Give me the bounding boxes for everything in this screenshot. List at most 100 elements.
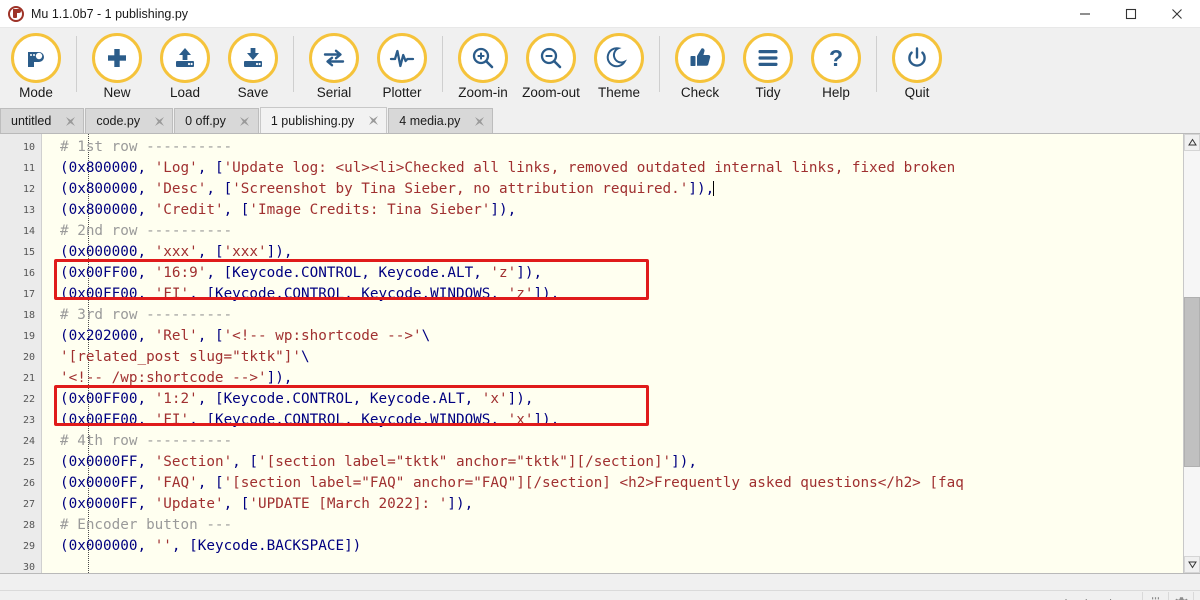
toolbar-button-check[interactable]: Check [666,28,734,106]
toolbar-button-tidy[interactable]: Tidy [734,28,802,106]
tab-1-publishing-py[interactable]: 1 publishing.py [259,107,388,133]
minimize-button[interactable] [1062,0,1108,28]
plus-icon [92,33,142,83]
code-line: (0x0000FF, 'Section', ['[section label="… [60,454,697,470]
vertical-scrollbar[interactable] [1183,134,1200,573]
toolbar-button-load[interactable]: Load [151,28,219,106]
line-number: 22 [22,394,35,405]
mode-robot-icon [11,33,61,83]
code-line: # 1st row ---------- [60,139,233,155]
line-number: 18 [22,310,35,321]
tab-untitled[interactable]: untitled [0,108,85,133]
code-line: (0x800000, 'Log', ['Update log: <ul><li>… [60,160,956,176]
line-number: 15 [22,247,35,258]
close-icon[interactable] [472,114,486,128]
toolbar-button-mode[interactable]: Mode [2,28,70,106]
close-icon[interactable] [366,114,380,128]
vertical-scrollbar-track[interactable] [1184,151,1200,556]
toolbar-label: Mode [19,85,53,100]
code-line: (0x000000, 'xxx', ['xxx']), [60,244,293,260]
toolbar-label: Quit [904,85,930,100]
mu-logo-icon [8,5,24,22]
code-text-area[interactable]: # 1st row ---------- (0x800000, 'Log', ['… [42,134,1183,573]
serial-arrows-icon [309,33,359,83]
upload-icon [160,33,210,83]
microcontroller-chip-icon[interactable] [1142,591,1168,600]
toolbar-button-save[interactable]: Save [219,28,287,106]
line-number: 11 [22,163,35,174]
toolbar-button-serial[interactable]: Serial [300,28,368,106]
toolbar-button-zoom-in[interactable]: Zoom-in [449,28,517,106]
close-icon[interactable] [63,114,77,128]
toolbar-label: Save [237,85,269,100]
maximize-button[interactable] [1108,0,1154,28]
code-line: (0x0000FF, 'FAQ', ['[section label="FAQ"… [60,475,964,491]
tab-label: untitled [11,114,52,128]
toolbar-button-theme[interactable]: Theme [585,28,653,106]
toolbar-label: Zoom-out [522,85,580,100]
plotter-wave-icon [377,33,427,83]
code-line: '<!-- /wp:shortcode -->']), [60,370,293,386]
main-toolbar: Mode New Load Save Serial Plotter Zoom-i… [0,28,1200,108]
line-number: 27 [22,499,35,510]
toolbar-label: Check [680,85,720,100]
tab-code-py[interactable]: code.py [85,108,174,133]
line-number: 28 [22,520,35,531]
window-title: Mu 1.1.0b7 - 1 publishing.py [31,6,189,21]
code-line: (0x000000, '', [Keycode.BACKSPACE]) [60,538,362,554]
triangle-up-icon[interactable] [1184,134,1200,151]
toolbar-separator [876,36,877,92]
thumbs-up-icon [675,33,725,83]
tab-label: 0 off.py [185,114,226,128]
code-line: (0x800000, 'Desc', ['Screenshot by Tina … [60,181,715,197]
toolbar-button-zoom-out[interactable]: Zoom-out [517,28,585,106]
triangle-down-icon[interactable] [1184,556,1200,573]
gear-icon[interactable] [1168,591,1194,600]
code-line: (0x202000, 'Rel', ['<!-- wp:shortcode --… [60,328,431,344]
line-number: 23 [22,415,35,426]
tab-0-off-py[interactable]: 0 off.py [174,108,259,133]
line-number: 24 [22,436,35,447]
tab-4-media-py[interactable]: 4 media.py [388,108,494,133]
line-number: 25 [22,457,35,468]
code-line: '[related_post slug="tktk"]'\ [60,349,310,365]
lines-icon [743,33,793,83]
toolbar-button-help[interactable]: ? Help [802,28,870,106]
toolbar-label: Serial [316,85,352,100]
code-line: # 3rd row ---------- [60,307,233,323]
line-number-gutter: 10 11 12 13 14 15 16 17 18 19 20 21 22 23 24 25 26 27 28 29… [0,134,42,573]
download-save-icon [228,33,278,83]
toolbar-separator [293,36,294,92]
line-number: 26 [22,478,35,489]
toolbar-button-quit[interactable]: Quit [883,28,951,106]
code-line: (0x0000FF, 'Update', ['UPDATE [March 202… [60,496,474,512]
toolbar-label: Theme [597,85,641,100]
horizontal-scrollbar[interactable] [0,574,1200,590]
toolbar-label: Plotter [382,85,422,100]
code-line: (0x800000, 'Credit', ['Image Credits: Ti… [60,202,517,218]
zoom-out-icon [526,33,576,83]
tab-label: 1 publishing.py [270,113,355,128]
code-line: (0x00FF00, '16:9', [Keycode.CONTROL, Key… [60,265,543,281]
vertical-scrollbar-thumb[interactable] [1184,296,1200,467]
horizontal-scrollbar-track[interactable] [0,574,1200,590]
toolbar-label: Help [822,85,850,100]
toolbar-label: Load [169,85,201,100]
line-number: 16 [22,268,35,279]
horizontal-scrollbar-thumb[interactable] [0,575,696,589]
line-number: 21 [22,373,35,384]
toolbar-separator [76,36,77,92]
tab-bar: untitled code.py 0 off.py 1 publishing.p… [0,107,1200,134]
line-number: 19 [22,331,35,342]
close-icon[interactable] [238,114,252,128]
svg-text:?: ? [829,45,843,71]
close-icon[interactable] [152,114,166,128]
code-line: # 4th row ---------- [60,433,233,449]
toolbar-button-plotter[interactable]: Plotter [368,28,436,106]
toolbar-button-new[interactable]: New [83,28,151,106]
code-line: (0x00FF00, 'FI', [Keycode.CONTROL, Keyco… [60,286,560,302]
toolbar-label: Zoom-in [458,85,508,100]
close-button[interactable] [1154,0,1200,28]
tab-label: 4 media.py [399,114,461,128]
